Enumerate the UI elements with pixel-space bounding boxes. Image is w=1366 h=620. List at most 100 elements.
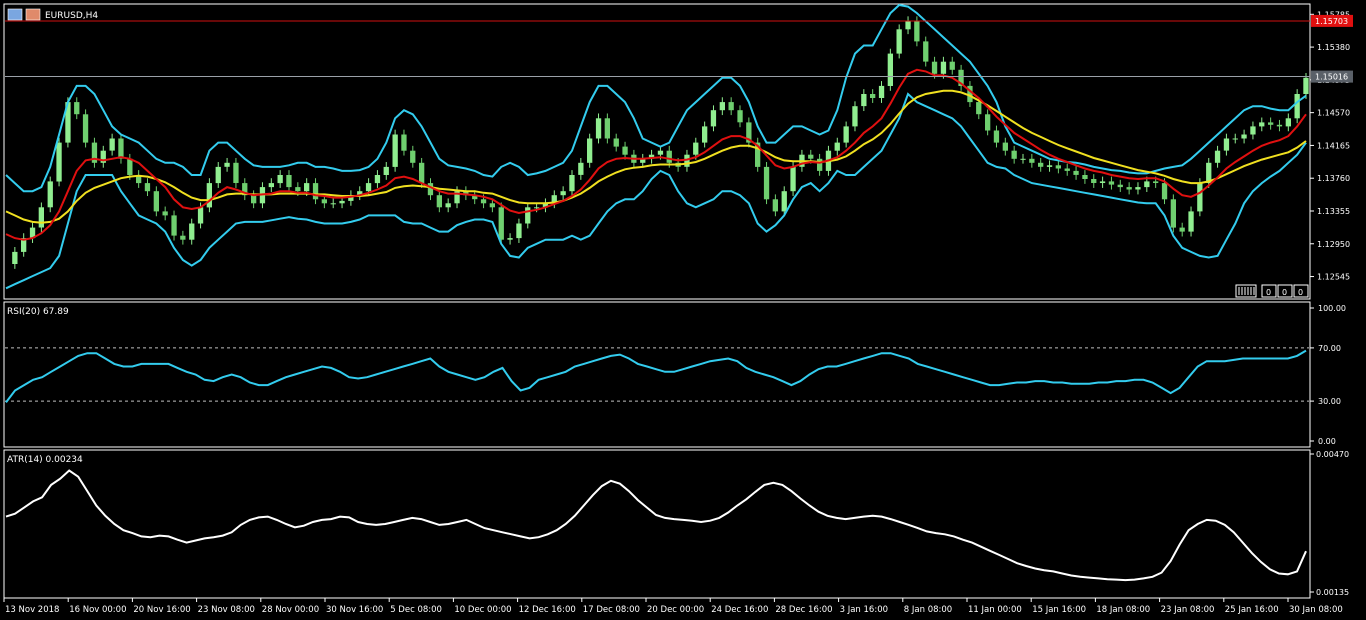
time-tick-label: 23 Nov 08:00 xyxy=(198,605,255,615)
time-tick-label: 13 Nov 2018 xyxy=(5,605,59,615)
time-tick-label: 20 Nov 16:00 xyxy=(133,605,190,615)
candle-body xyxy=(1108,181,1115,185)
candle-body xyxy=(330,203,336,205)
candle-body xyxy=(1153,181,1159,183)
candle-body xyxy=(737,110,743,123)
candle-body xyxy=(1091,179,1097,183)
candle-body xyxy=(144,183,151,192)
price-tick-label: 1.15380 xyxy=(1317,43,1350,52)
candle-body xyxy=(233,162,239,183)
candle-body xyxy=(1038,162,1044,167)
candle-body xyxy=(1011,150,1017,159)
candle-body xyxy=(47,181,53,208)
candle-body xyxy=(772,199,778,212)
candle-body xyxy=(82,114,89,143)
rsi-tick-label: 100.00 xyxy=(1318,304,1346,313)
candle-body xyxy=(1126,187,1132,190)
candle-body xyxy=(153,191,159,212)
candle-body xyxy=(1064,168,1070,171)
candle-body xyxy=(197,207,204,224)
candle-body xyxy=(268,183,274,188)
candle-body xyxy=(817,158,823,171)
candle-body xyxy=(914,21,920,42)
candle-body xyxy=(251,195,257,204)
time-tick-label: 20 Dec 00:00 xyxy=(647,605,704,615)
candle-body xyxy=(710,110,717,127)
time-tick-label: 18 Jan 08:00 xyxy=(1096,605,1150,615)
candle-body xyxy=(1135,187,1141,190)
candle-body xyxy=(180,235,186,240)
candle-body xyxy=(1294,94,1300,119)
grid-button-label: 0 xyxy=(1266,288,1271,297)
candle-body xyxy=(1268,122,1274,125)
time-tick-label: 15 Jan 16:00 xyxy=(1032,605,1086,615)
rsi-label: RSI(20) 67.89 xyxy=(7,307,69,317)
candle-body xyxy=(622,146,628,155)
candle-body xyxy=(109,138,115,151)
time-tick-label: 28 Dec 16:00 xyxy=(775,605,832,615)
chart-background xyxy=(0,0,1366,620)
candle-body xyxy=(887,53,893,86)
rsi-tick-label: 0.00 xyxy=(1318,437,1336,446)
candle-body xyxy=(1046,165,1053,167)
candle-body xyxy=(410,150,416,163)
candle-body xyxy=(763,166,770,200)
candle-body xyxy=(365,183,372,192)
candle-body xyxy=(781,191,787,212)
time-tick-label: 24 Dec 16:00 xyxy=(711,605,768,615)
candle-body xyxy=(206,183,212,208)
candle-body xyxy=(1144,181,1150,188)
candle-body xyxy=(1002,142,1008,151)
candle-body xyxy=(295,187,301,192)
chart-window-icon xyxy=(7,8,23,21)
candle-body xyxy=(427,183,434,196)
candle-body xyxy=(374,175,381,184)
candle-body xyxy=(595,118,602,139)
candle-body xyxy=(1055,165,1061,169)
candle-body xyxy=(401,134,407,151)
candle-body xyxy=(861,94,867,107)
candle-body xyxy=(1250,126,1256,135)
candle-body xyxy=(940,61,947,74)
symbol-label: EURUSD,H4 xyxy=(45,11,98,21)
candle-body xyxy=(1188,211,1194,232)
grid-button-label: 0 xyxy=(1282,288,1287,297)
candle-body xyxy=(189,223,195,240)
candle-body xyxy=(1117,184,1123,188)
price-tick-label: 1.14570 xyxy=(1317,109,1350,118)
candle-body xyxy=(569,175,575,192)
candle-body xyxy=(870,94,876,98)
trading-chart[interactable]: EURUSD,H4 000 1.157851.153801.149751.145… xyxy=(0,0,1366,620)
candle-body xyxy=(693,142,699,155)
candle-body xyxy=(587,138,593,163)
candle-body xyxy=(1276,124,1283,127)
candle-body xyxy=(1303,77,1309,94)
candle-body xyxy=(1197,183,1203,212)
candle-body xyxy=(38,207,44,228)
candle-body xyxy=(1179,227,1185,232)
atr-label: ATR(14) 0.00234 xyxy=(7,455,83,465)
candle-body xyxy=(383,166,389,175)
candle-body xyxy=(719,102,725,111)
time-tick-label: 30 Nov 16:00 xyxy=(326,605,383,615)
candle-body xyxy=(1161,183,1168,200)
time-tick-label: 25 Jan 16:00 xyxy=(1225,605,1279,615)
time-tick-label: 28 Nov 00:00 xyxy=(262,605,319,615)
candle-body xyxy=(808,154,814,159)
candle-body xyxy=(1232,138,1238,140)
price-tick-label: 1.12950 xyxy=(1317,240,1350,249)
grid-buttons[interactable]: 0 0 0 xyxy=(1235,284,1309,298)
price-tick-label: 1.14165 xyxy=(1317,141,1350,150)
candle-body xyxy=(1029,158,1035,163)
candle-body xyxy=(304,183,310,192)
candle-body xyxy=(74,102,80,115)
candle-body xyxy=(277,175,283,184)
candle-body xyxy=(12,251,18,264)
candle-body xyxy=(852,106,858,127)
candle-body xyxy=(127,158,133,175)
price-tick-label: 1.12545 xyxy=(1317,273,1350,282)
time-tick-label: 10 Dec 00:00 xyxy=(454,605,511,615)
flag-icon xyxy=(25,8,41,21)
atr-tick-label: 0.00470 xyxy=(1316,450,1349,459)
price-axis: 1.157851.153801.149751.145701.141651.137… xyxy=(1310,10,1353,282)
